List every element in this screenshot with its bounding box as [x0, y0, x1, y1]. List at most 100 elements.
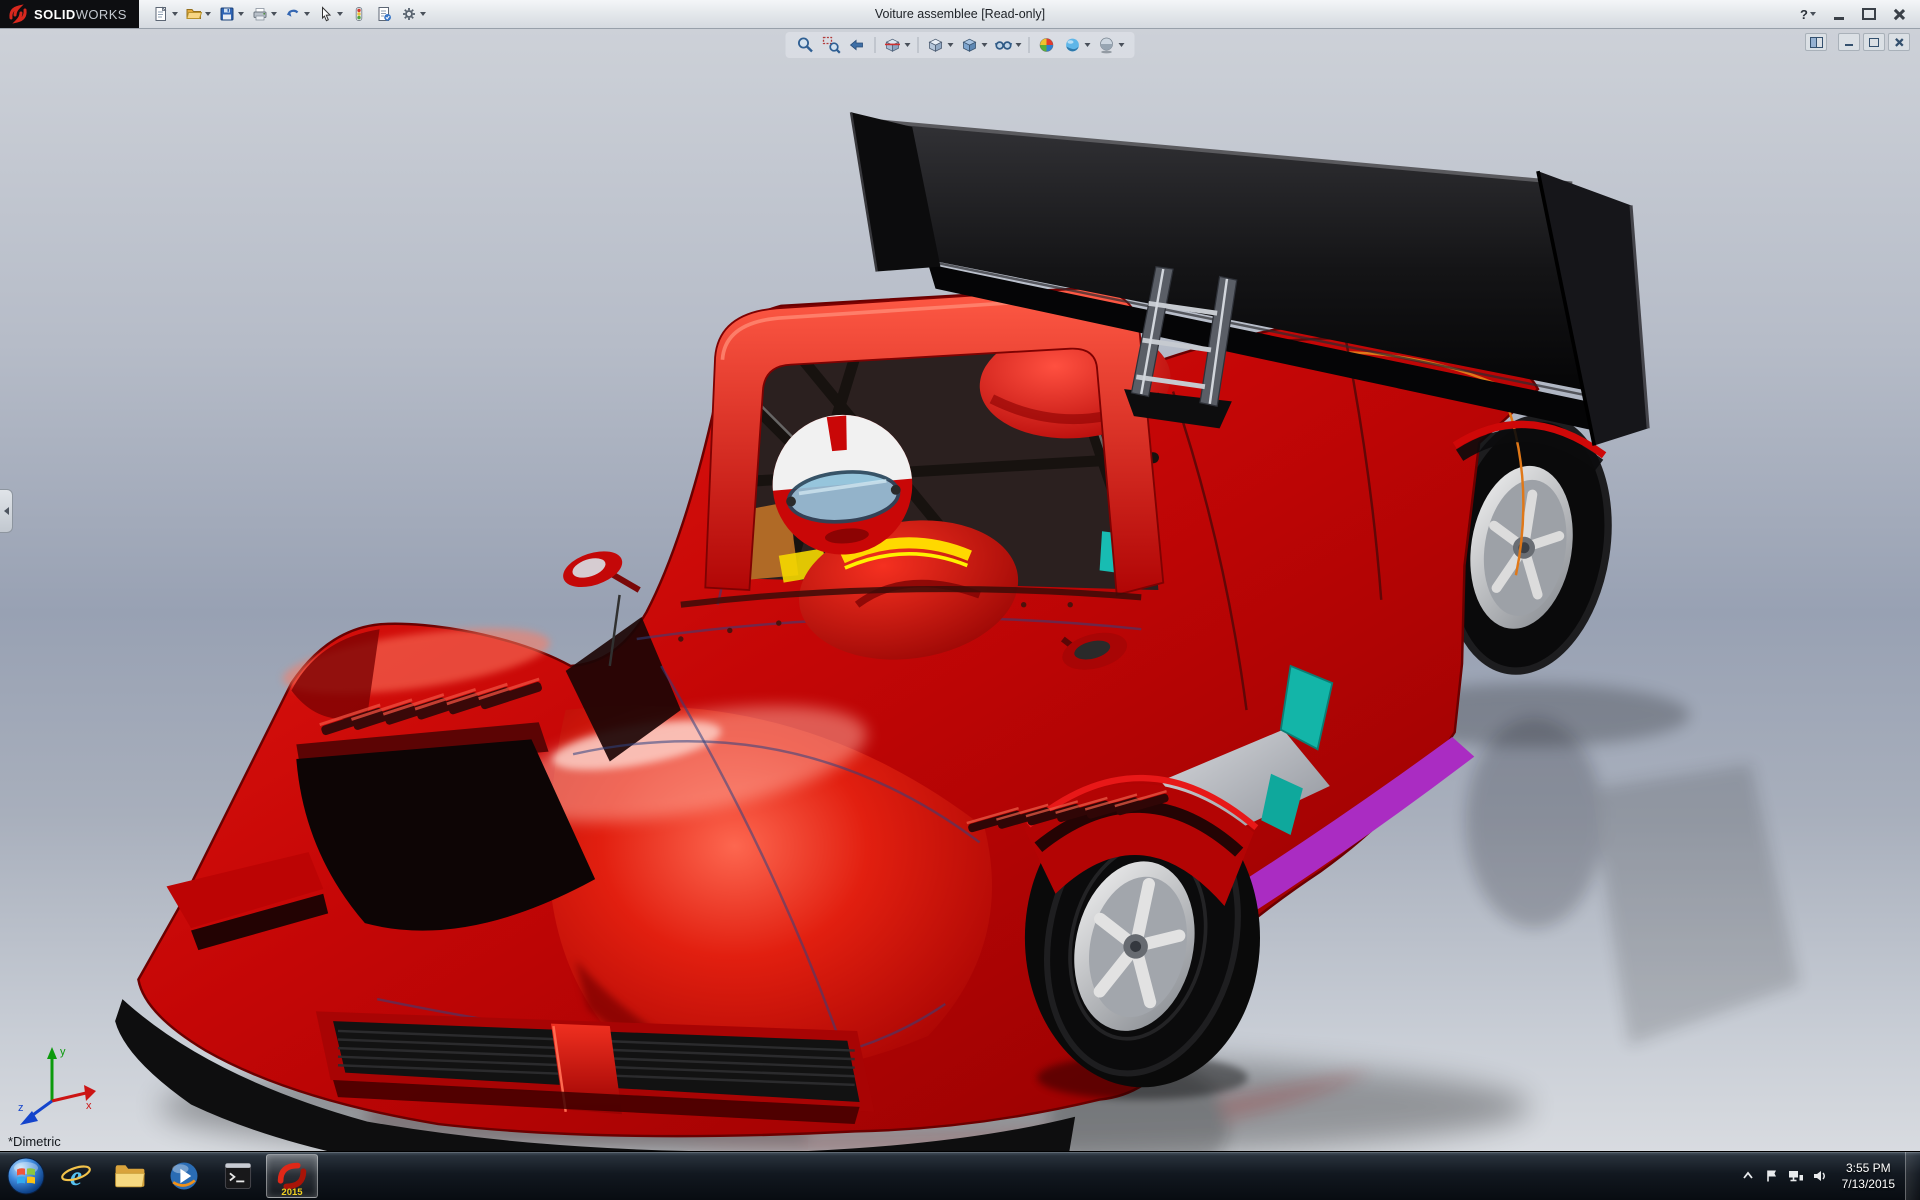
pane-toggle-button[interactable]	[1805, 33, 1827, 51]
triad-x-label: x	[86, 1100, 92, 1112]
command-prompt-icon	[220, 1158, 256, 1194]
taskbar: e	[0, 1151, 1920, 1200]
chevron-up-icon	[1740, 1168, 1756, 1184]
view-orientation-label: *Dimetric	[8, 1134, 61, 1149]
show-desktop-button[interactable]	[1905, 1152, 1920, 1200]
file-properties-button[interactable]	[372, 2, 396, 26]
panes-icon	[1810, 37, 1823, 48]
tray-network-icon[interactable]	[1784, 1160, 1808, 1192]
clock-time: 3:55 PM	[1846, 1160, 1891, 1176]
quick-access-toolbar	[149, 2, 429, 26]
minimize-button[interactable]	[1826, 4, 1852, 24]
rebuild-button[interactable]	[347, 2, 371, 26]
document-window-controls	[1805, 33, 1910, 51]
select-cursor-icon	[317, 5, 335, 23]
solidworks-logo: SOLIDWORKS	[0, 0, 139, 28]
doc-close-button[interactable]	[1888, 33, 1910, 51]
options-button[interactable]	[397, 2, 429, 26]
collapse-arrow-icon	[4, 507, 9, 515]
svg-text:e: e	[70, 1161, 82, 1191]
previous-view-icon	[848, 35, 868, 55]
internet-explorer-icon: e	[58, 1158, 94, 1194]
help-button[interactable]: ?	[1794, 4, 1822, 24]
window-title: Voiture assemblee [Read-only]	[875, 7, 1045, 21]
view-orientation-icon	[926, 35, 946, 55]
doc-minimize-button[interactable]	[1838, 33, 1860, 51]
apply-scene-button[interactable]	[1061, 34, 1093, 56]
brand-text: SOLIDWORKS	[34, 7, 127, 22]
taskbar-windows-explorer[interactable]	[104, 1154, 156, 1198]
maximize-icon	[1862, 8, 1876, 20]
orientation-triad: y x z	[16, 1043, 100, 1127]
network-monitor-icon	[1787, 1168, 1805, 1184]
edit-appearance-icon	[1037, 35, 1057, 55]
doc-restore-button[interactable]	[1863, 33, 1885, 51]
taskbar-command-prompt[interactable]	[212, 1154, 264, 1198]
options-gear-icon	[400, 5, 418, 23]
edit-appearance-button[interactable]	[1035, 34, 1059, 56]
zoom-to-area-button[interactable]	[820, 34, 844, 56]
solidworks-window: SOLIDWORKS	[0, 0, 1920, 1200]
zoom-to-area-icon	[822, 35, 842, 55]
previous-view-button[interactable]	[846, 34, 870, 56]
section-view-icon	[883, 35, 903, 55]
triad-y-label: y	[60, 1046, 66, 1058]
folder-icon	[112, 1158, 148, 1194]
view-settings-button[interactable]	[1095, 34, 1127, 56]
file-properties-icon	[375, 5, 393, 23]
print-button[interactable]	[248, 2, 280, 26]
tray-show-hidden-icons[interactable]	[1736, 1160, 1760, 1192]
section-view-button[interactable]	[881, 34, 913, 56]
apply-scene-icon	[1063, 35, 1083, 55]
zoom-to-fit-button[interactable]	[794, 34, 818, 56]
titlebar: SOLIDWORKS	[0, 0, 1920, 29]
start-button[interactable]	[3, 1153, 49, 1199]
heads-up-view-toolbar	[786, 32, 1135, 58]
close-icon	[1893, 8, 1905, 20]
undo-button[interactable]	[281, 2, 313, 26]
windows-start-orb-icon	[6, 1156, 46, 1196]
new-document-icon	[152, 5, 170, 23]
open-button[interactable]	[182, 2, 214, 26]
view-settings-icon	[1097, 35, 1117, 55]
maximize-button[interactable]	[1856, 4, 1882, 24]
save-button[interactable]	[215, 2, 247, 26]
taskbar-media-player[interactable]	[158, 1154, 210, 1198]
taskbar-internet-explorer[interactable]: e	[50, 1154, 102, 1198]
triad-z-label: z	[18, 1102, 24, 1114]
solidworks-badge: 2015	[281, 1187, 303, 1196]
doc-restore-icon	[1869, 38, 1879, 47]
speaker-icon	[1812, 1168, 1828, 1184]
media-player-icon	[166, 1158, 202, 1194]
window-controls: ?	[1794, 4, 1920, 24]
doc-minimize-icon	[1845, 44, 1853, 46]
hide-show-items-button[interactable]	[992, 34, 1024, 56]
undo-icon	[284, 5, 302, 23]
display-style-icon	[960, 35, 980, 55]
zoom-to-fit-icon	[796, 35, 816, 55]
close-button[interactable]	[1886, 4, 1912, 24]
display-style-button[interactable]	[958, 34, 990, 56]
new-document-button[interactable]	[149, 2, 181, 26]
model-red-race-car	[0, 29, 1920, 1151]
minimize-icon	[1834, 17, 1844, 20]
3ds-logo-icon	[7, 3, 29, 25]
rebuild-stoplight-icon	[350, 5, 368, 23]
system-tray: 3:55 PM 7/13/2015	[1736, 1152, 1920, 1200]
flag-icon	[1764, 1168, 1780, 1184]
select-button[interactable]	[314, 2, 346, 26]
print-icon	[251, 5, 269, 23]
save-icon	[218, 5, 236, 23]
hide-show-items-icon	[994, 35, 1014, 55]
taskbar-solidworks[interactable]: 2015	[266, 1154, 318, 1198]
tray-action-center[interactable]	[1760, 1160, 1784, 1192]
view-orientation-button[interactable]	[924, 34, 956, 56]
featuremanager-collapsed-tab[interactable]	[0, 489, 13, 533]
open-folder-icon	[185, 5, 203, 23]
tray-volume-icon[interactable]	[1808, 1160, 1832, 1192]
taskbar-clock[interactable]: 3:55 PM 7/13/2015	[1832, 1160, 1905, 1192]
clock-date: 7/13/2015	[1842, 1176, 1895, 1192]
doc-close-icon	[1895, 38, 1904, 47]
solidworks-app-icon: 2015	[273, 1156, 311, 1196]
viewport-3d[interactable]: y x z *Dimetric	[0, 29, 1920, 1151]
